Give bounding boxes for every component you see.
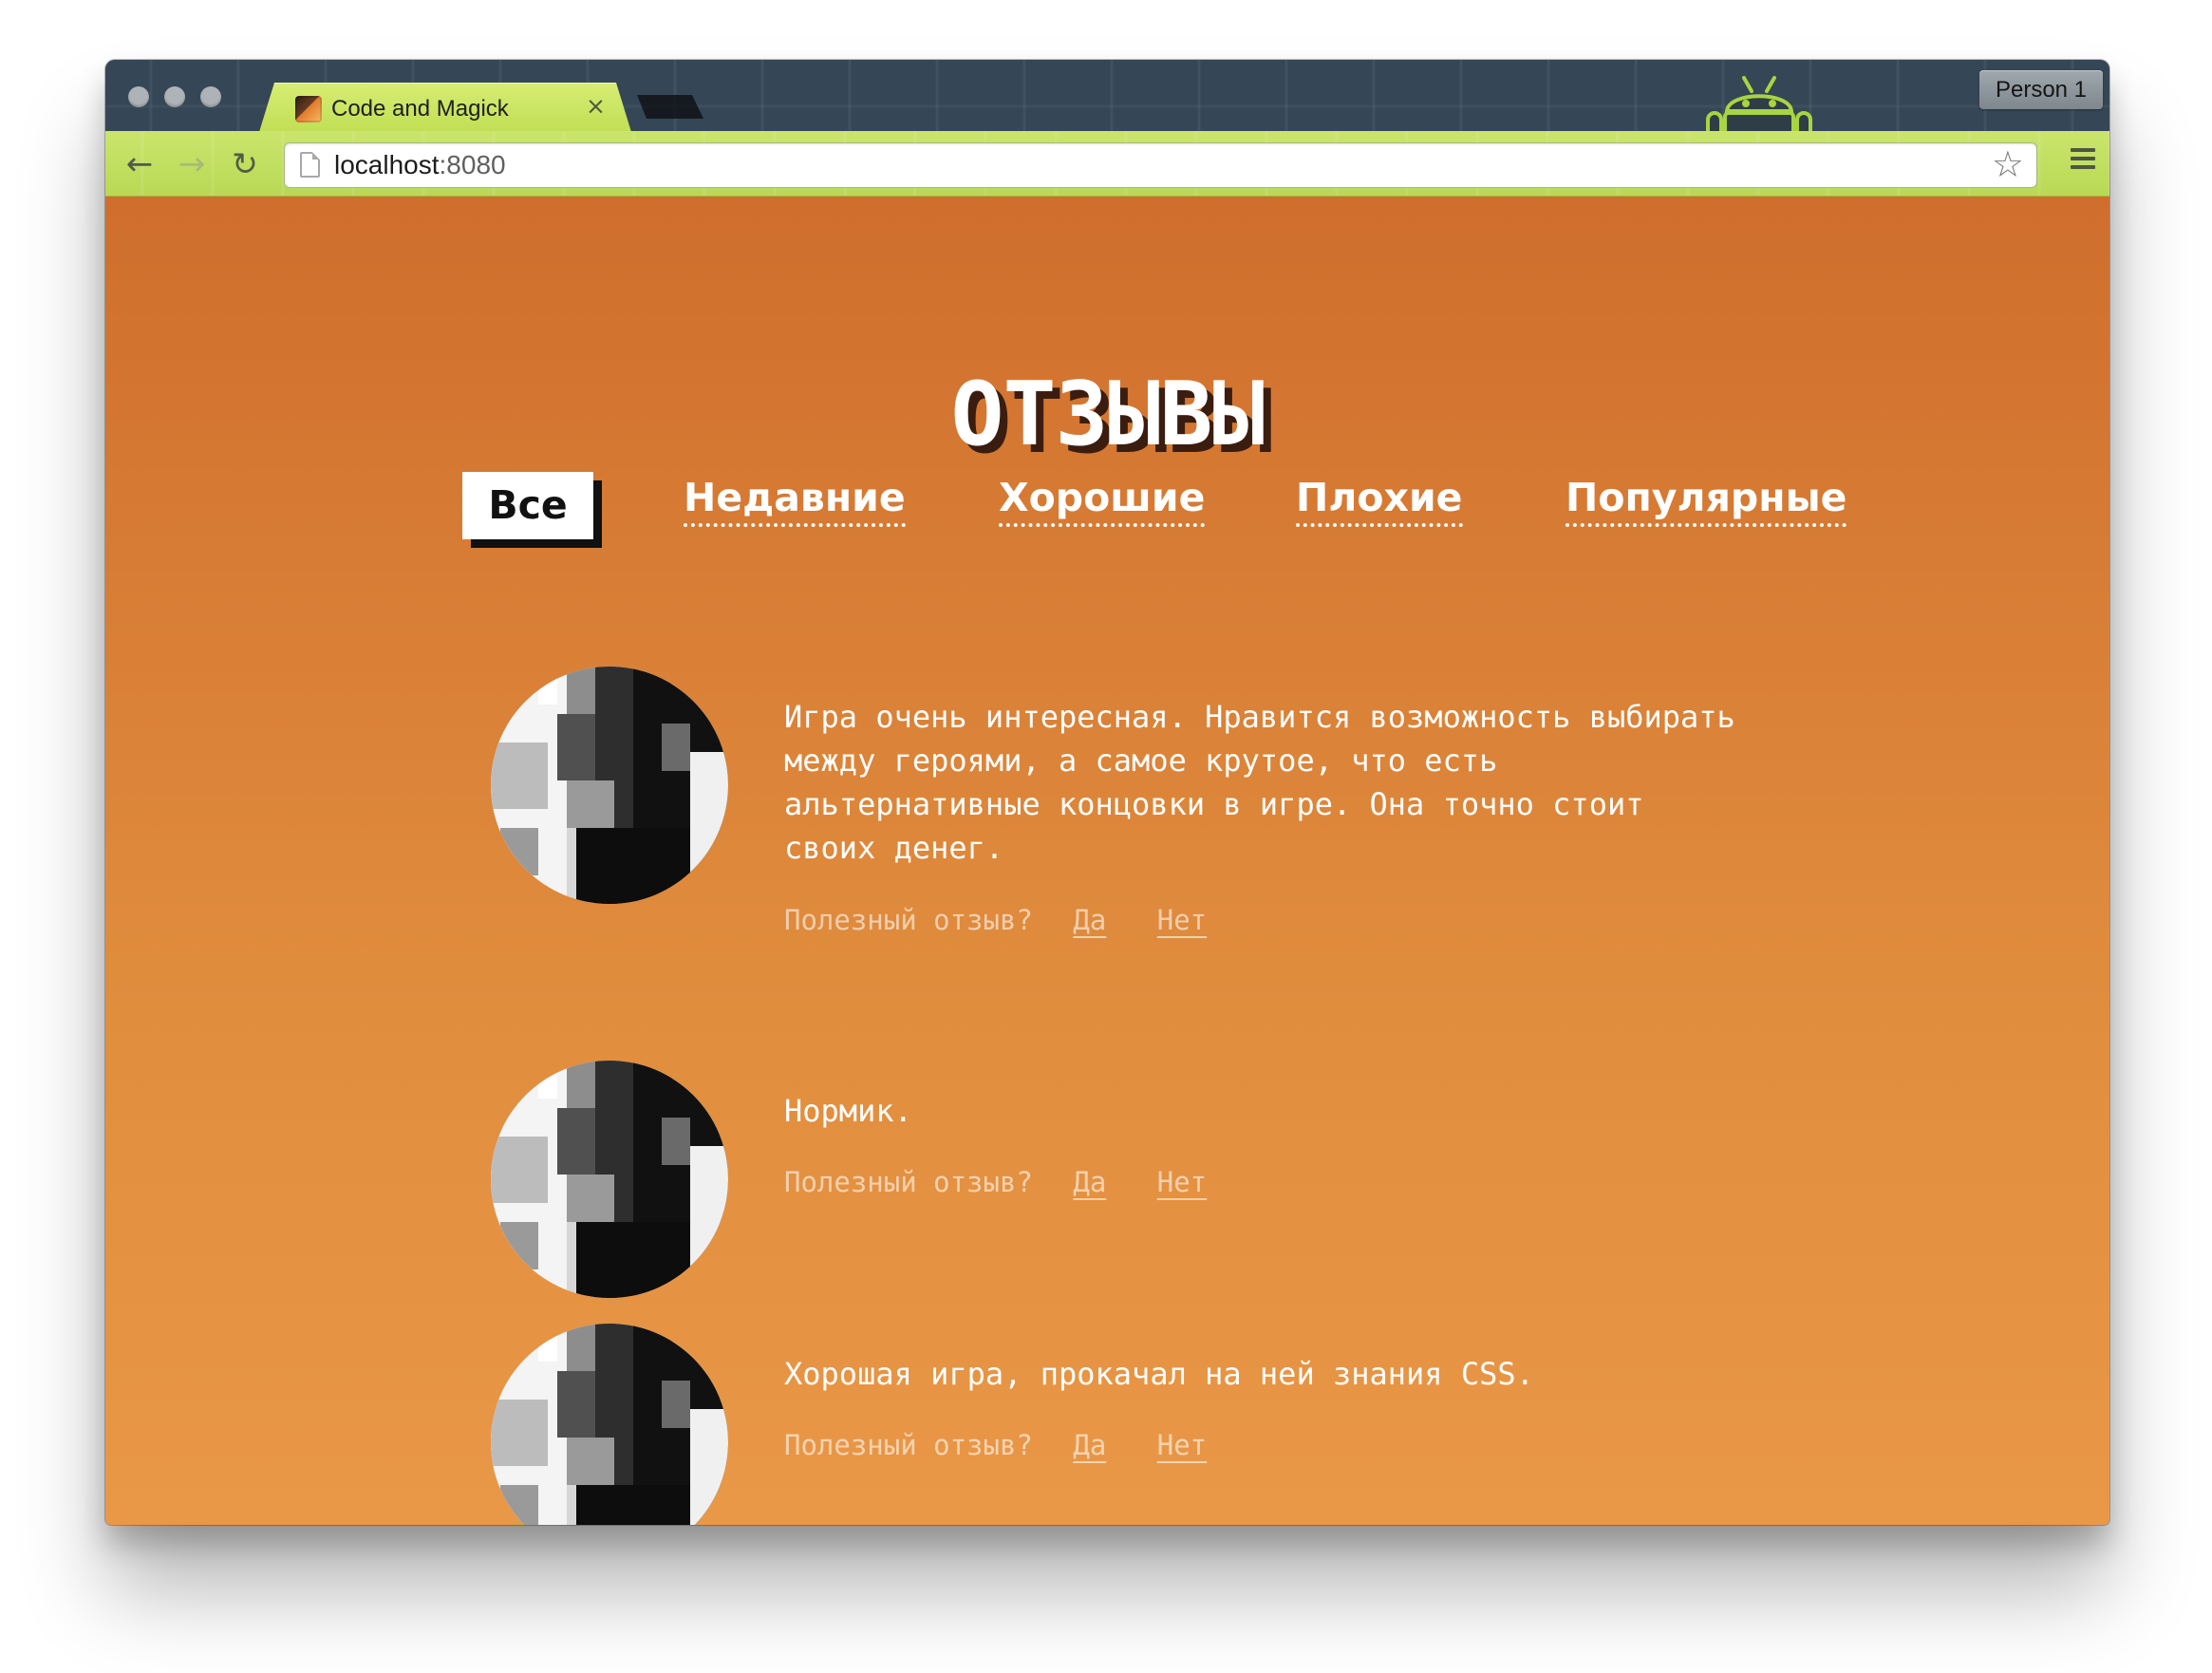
- browser-tab-active[interactable]: Code and Magick ×: [259, 83, 631, 132]
- tab-close-icon[interactable]: ×: [586, 92, 606, 121]
- browser-window: Code and Magick × Person 1 ← → ↻ localho…: [105, 60, 2109, 1525]
- review-feedback: Полезный отзыв? Да Нет: [784, 1428, 1753, 1462]
- helpful-yes-link[interactable]: Да: [1073, 1428, 1106, 1462]
- window-close-control[interactable]: [128, 86, 149, 107]
- filter-recent[interactable]: Недавние: [684, 472, 906, 527]
- menu-line: [2071, 148, 2095, 152]
- code-and-magick-favicon-icon: [295, 96, 322, 122]
- review-filters: Все Недавние Хорошие Плохие Популярные: [105, 472, 2109, 557]
- reviewer-avatar: [491, 1061, 728, 1298]
- review-feedback: Полезный отзыв? Да Нет: [784, 903, 1753, 937]
- helpful-no-link[interactable]: Нет: [1157, 903, 1207, 937]
- reviewer-avatar: [491, 1324, 728, 1525]
- helpful-yes-link[interactable]: Да: [1073, 1165, 1106, 1199]
- url-port: :8080: [439, 150, 506, 179]
- hamburger-menu-icon[interactable]: [2071, 148, 2095, 171]
- new-tab-button[interactable]: [637, 95, 703, 119]
- bookmark-star-icon[interactable]: ☆: [1992, 143, 2024, 185]
- pixelated-photo-avatar: [491, 667, 728, 904]
- pixelated-photo-avatar: [491, 1061, 728, 1298]
- menu-line: [2071, 157, 2095, 160]
- review-feedback: Полезный отзыв? Да Нет: [784, 1165, 1753, 1199]
- review-text: Игра очень интересная. Нравится возможно…: [784, 699, 1735, 866]
- browser-toolbar: ← → ↻ localhost:8080 ☆: [105, 131, 2109, 197]
- back-button[interactable]: ←: [122, 146, 158, 182]
- menu-line: [2071, 165, 2095, 169]
- helpful-no-link[interactable]: Нет: [1157, 1165, 1207, 1199]
- browser-titlebar: Code and Magick × Person 1: [105, 60, 2109, 134]
- address-bar[interactable]: localhost:8080 ☆: [284, 142, 2037, 188]
- review-text: Хорошая игра, прокачал на ней знания CSS…: [784, 1356, 1534, 1392]
- review-text: Нормик.: [784, 1093, 912, 1129]
- back-arrow-icon: ←: [125, 145, 154, 183]
- review-content: Нормик. Полезный отзыв? Да Нет: [784, 1059, 1753, 1199]
- helpful-no-link[interactable]: Нет: [1157, 1428, 1207, 1462]
- window-controls: [128, 86, 221, 107]
- profile-button[interactable]: Person 1: [1979, 70, 2103, 109]
- window-zoom-control[interactable]: [200, 86, 221, 107]
- window-minimize-control[interactable]: [164, 86, 185, 107]
- forward-button[interactable]: →: [174, 146, 210, 182]
- tab-title: Code and Magick: [331, 96, 509, 122]
- filter-popular[interactable]: Популярные: [1565, 472, 1847, 527]
- screenshot-canvas: Code and Magick × Person 1 ← → ↻ localho…: [0, 0, 2212, 1673]
- reload-button[interactable]: ↻: [227, 146, 263, 182]
- url-text[interactable]: localhost:8080: [334, 151, 506, 179]
- reload-icon: ↻: [232, 145, 258, 182]
- page-title: ОТЗЫВЫ: [950, 363, 1265, 466]
- review-content: Игра очень интересная. Нравится возможно…: [784, 665, 1753, 937]
- pixelated-photo-avatar: [491, 1324, 728, 1525]
- helpful-question: Полезный отзыв?: [784, 1166, 1033, 1198]
- filter-good[interactable]: Хорошие: [999, 472, 1206, 527]
- helpful-question: Полезный отзыв?: [784, 904, 1033, 936]
- filter-all[interactable]: Все: [462, 472, 593, 539]
- page-icon: [300, 152, 320, 178]
- helpful-yes-link[interactable]: Да: [1073, 903, 1106, 937]
- helpful-question: Полезный отзыв?: [784, 1429, 1033, 1461]
- reviews-page: ОТЗЫВЫ Все Недавние Хорошие Плохие Попул…: [105, 197, 2109, 1525]
- filter-bad[interactable]: Плохие: [1296, 472, 1463, 527]
- reviewer-avatar: [491, 667, 728, 904]
- url-host: localhost: [334, 150, 440, 179]
- forward-arrow-icon: →: [178, 145, 206, 183]
- android-mascot-icon: [1706, 76, 1812, 134]
- review-content: Хорошая игра, прокачал на ней знания CSS…: [784, 1322, 1753, 1462]
